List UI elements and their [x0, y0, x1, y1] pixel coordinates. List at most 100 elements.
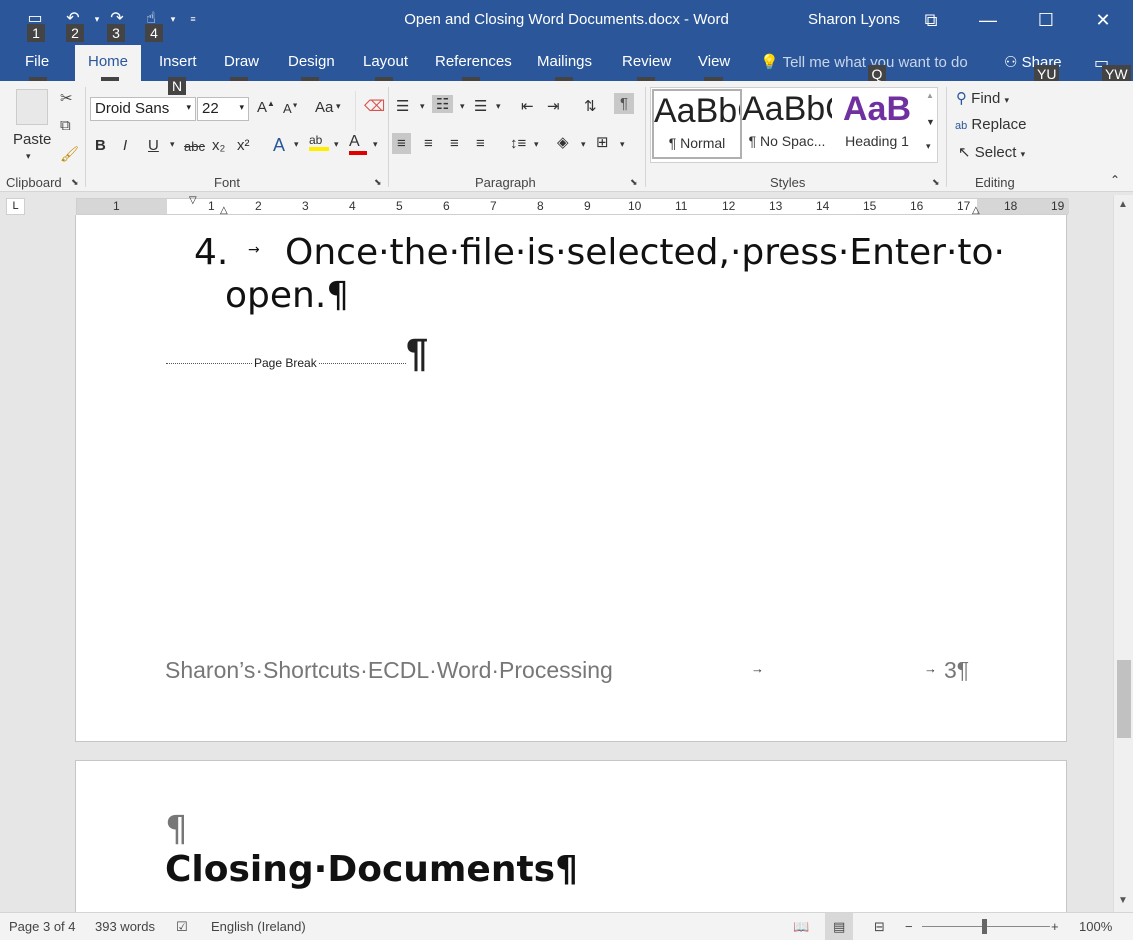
maximize-button[interactable]: ☐	[1023, 0, 1069, 40]
tab-review[interactable]: Review	[622, 53, 671, 70]
collapse-ribbon-icon[interactable]: ⌃	[1110, 173, 1120, 187]
align-center-icon[interactable]: ≡	[424, 135, 433, 152]
paragraph-launcher-icon[interactable]: ⬊	[630, 177, 638, 188]
format-painter-icon[interactable]: 🖌	[60, 145, 79, 163]
first-line-indent-marker[interactable]: ▽	[189, 195, 197, 206]
align-left-icon[interactable]: ≡	[392, 133, 411, 154]
text-effects-icon[interactable]: A	[273, 135, 285, 156]
paste-dropdown-icon[interactable]: ▾	[26, 151, 31, 162]
tab-layout[interactable]: Layout	[363, 53, 408, 70]
list-text-line1[interactable]: Once·the·file·is·selected,·press·Enter·t…	[285, 232, 1005, 273]
underline-button[interactable]: U	[148, 137, 159, 154]
footer-text[interactable]: Sharon’s·Shortcuts·ECDL·Word·Processing	[165, 657, 613, 684]
tell-me-search[interactable]: 💡 Tell me what you want to do	[760, 53, 968, 71]
chevron-down-icon[interactable]: ▾	[581, 139, 586, 150]
decrease-indent-icon[interactable]: ⇤	[521, 97, 534, 115]
tab-home[interactable]: Home	[75, 45, 142, 81]
scroll-thumb[interactable]	[1117, 660, 1131, 738]
font-size-field[interactable]: 22 ▾	[197, 97, 249, 121]
shrink-font-icon[interactable]: A▼	[283, 101, 299, 116]
justify-icon[interactable]: ≡	[476, 135, 485, 152]
proofing-icon[interactable]: ☑	[176, 919, 188, 935]
style-no-spacing[interactable]: AaBbCcDc ¶ No Spac...	[742, 89, 832, 159]
italic-button[interactable]: I	[123, 137, 127, 154]
tab-design[interactable]: Design	[288, 53, 335, 70]
paste-icon[interactable]	[16, 89, 48, 125]
page[interactable]: ¶ Closing·Documents¶	[75, 760, 1067, 912]
word-count[interactable]: 393 words	[95, 919, 155, 934]
clipboard-launcher-icon[interactable]: ⬊	[71, 177, 79, 188]
borders-icon[interactable]: ⊞	[596, 133, 609, 151]
numbering-icon[interactable]: ☷	[432, 95, 454, 113]
styles-launcher-icon[interactable]: ⬊	[932, 177, 940, 188]
chevron-down-icon[interactable]: ▾	[620, 139, 625, 150]
superscript-button[interactable]: x²	[237, 137, 250, 154]
align-right-icon[interactable]: ≡	[450, 135, 459, 152]
chevron-down-icon[interactable]: ▾	[534, 139, 539, 150]
tab-file[interactable]: File	[25, 53, 49, 70]
sort-icon[interactable]: ⇅	[584, 97, 597, 115]
tab-draw[interactable]: Draw	[224, 53, 259, 70]
styles-scroll-down-icon[interactable]: ▼	[926, 117, 935, 127]
footer-page-number[interactable]: 3¶	[944, 657, 969, 684]
select-button[interactable]: ↖ Select ▾	[958, 143, 1025, 161]
bold-button[interactable]: B	[95, 137, 106, 154]
close-button[interactable]: ✕	[1080, 0, 1126, 40]
zoom-level[interactable]: 100%	[1079, 919, 1112, 934]
copy-icon[interactable]: ⧉	[60, 117, 71, 134]
chevron-down-icon[interactable]: ▾	[294, 139, 299, 150]
scroll-down-icon[interactable]: ▼	[1118, 895, 1128, 906]
line-spacing-icon[interactable]: ↕≡	[510, 135, 526, 152]
chevron-down-icon[interactable]: ▾	[496, 101, 501, 112]
grow-font-icon[interactable]: A▲	[257, 99, 275, 116]
replace-button[interactable]: ab Replace	[955, 116, 1026, 133]
chevron-down-icon[interactable]: ▾	[170, 139, 175, 150]
document-area[interactable]: 4. → Once·the·file·is·selected,·press·En…	[0, 215, 1113, 912]
styles-more-icon[interactable]: ▾	[926, 141, 931, 152]
vertical-scrollbar[interactable]: ▲ ▼	[1113, 195, 1133, 912]
user-name[interactable]: Sharon Lyons	[808, 11, 900, 28]
chevron-down-icon[interactable]: ▾	[420, 101, 425, 112]
list-text-line2[interactable]: open.¶	[225, 275, 349, 316]
read-mode-icon[interactable]: 📖	[793, 919, 809, 935]
font-color-icon[interactable]: A	[349, 133, 367, 155]
highlight-icon[interactable]: ab	[309, 133, 329, 151]
cut-icon[interactable]: ✂	[60, 89, 73, 107]
tab-selector[interactable]: L	[6, 198, 25, 215]
print-layout-icon[interactable]: ▤	[825, 913, 854, 940]
font-name-field[interactable]: Droid Sans ▾	[90, 97, 196, 121]
change-case-button[interactable]: Aa	[315, 99, 333, 116]
tab-insert[interactable]: Insert	[159, 53, 197, 70]
heading-closing-documents[interactable]: Closing·Documents¶	[165, 849, 578, 890]
increase-indent-icon[interactable]: ⇥	[547, 97, 560, 115]
language[interactable]: English (Ireland)	[211, 919, 306, 934]
chevron-down-icon[interactable]: ▾	[334, 139, 339, 150]
shading-icon[interactable]: ◈	[557, 133, 569, 151]
bullets-icon[interactable]: ☰	[396, 97, 409, 115]
horizontal-ruler[interactable]: 1 1 2 3 4 5 6 7 8 9 10 11 12 13 14 15 16…	[76, 195, 1069, 216]
chevron-down-icon[interactable]: ▾	[460, 101, 465, 112]
tab-view[interactable]: View	[698, 53, 730, 70]
font-launcher-icon[interactable]: ⬊	[374, 177, 382, 188]
find-button[interactable]: ⚲ Find ▾	[956, 89, 1009, 107]
zoom-in-icon[interactable]: +	[1051, 919, 1059, 934]
tab-references[interactable]: References	[435, 53, 512, 70]
paste-button[interactable]: Paste	[13, 131, 51, 148]
page-count[interactable]: Page 3 of 4	[9, 919, 76, 934]
style-heading-1[interactable]: AaB Heading 1	[832, 89, 922, 159]
multilevel-list-icon[interactable]: ☰	[474, 97, 487, 115]
clear-formatting-icon[interactable]: ⌫	[364, 97, 385, 115]
minimize-button[interactable]: —	[965, 0, 1011, 40]
strikethrough-button[interactable]: abc	[184, 139, 205, 154]
styles-scroll-up-icon[interactable]: ▲	[926, 91, 934, 100]
style-normal[interactable]: AaBbCcDc ¶ Normal	[652, 89, 742, 159]
tab-mailings[interactable]: Mailings	[537, 53, 592, 70]
show-hide-marks-button[interactable]: ¶	[614, 93, 635, 114]
web-layout-icon[interactable]: ⊟	[874, 919, 885, 935]
page[interactable]: 4. → Once·the·file·is·selected,·press·En…	[75, 215, 1067, 742]
chevron-down-icon[interactable]: ▾	[336, 101, 341, 112]
subscript-button[interactable]: x₂	[212, 137, 225, 154]
zoom-slider-thumb[interactable]	[982, 919, 987, 934]
zoom-out-icon[interactable]: −	[905, 919, 913, 934]
chevron-down-icon[interactable]: ▾	[373, 139, 378, 150]
